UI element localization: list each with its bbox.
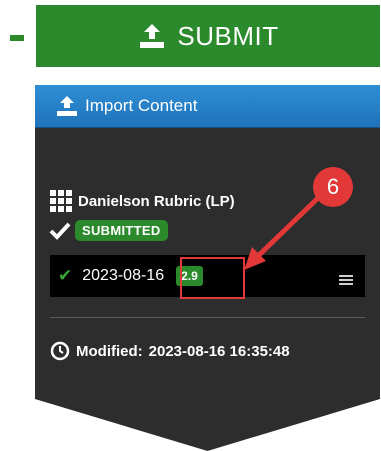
upload-tray-icon bbox=[57, 96, 77, 116]
checkmark-icon bbox=[49, 222, 71, 240]
grid-icon bbox=[50, 190, 72, 212]
modified-line: Modified: 2023-08-16 16:35:48 bbox=[50, 341, 290, 361]
submit-label: SUBMIT bbox=[177, 20, 279, 51]
entry-date: 2023-08-16 bbox=[82, 267, 165, 284]
status-badge: SUBMITTED bbox=[75, 220, 168, 241]
status-line: SUBMITTED bbox=[49, 220, 168, 241]
rubric-title: Danielson Rubric (LP) bbox=[50, 190, 235, 212]
rubric-name: Danielson Rubric (LP) bbox=[78, 192, 235, 210]
checkmark-icon: ✔ bbox=[58, 266, 73, 285]
modified-value: 2023-08-16 16:35:48 bbox=[148, 342, 290, 360]
divider bbox=[50, 317, 365, 318]
green-dash-decoration bbox=[10, 35, 24, 41]
panel-title: Import Content bbox=[85, 96, 198, 115]
hamburger-icon[interactable] bbox=[339, 275, 353, 287]
modified-label: Modified: bbox=[76, 342, 143, 360]
step-number-badge: 6 bbox=[313, 167, 353, 207]
clock-icon bbox=[50, 341, 70, 361]
panel-header[interactable]: Import Content bbox=[35, 85, 380, 128]
submit-button[interactable]: SUBMIT bbox=[36, 5, 380, 67]
highlight-box bbox=[180, 257, 245, 299]
upload-tray-icon bbox=[140, 24, 165, 48]
